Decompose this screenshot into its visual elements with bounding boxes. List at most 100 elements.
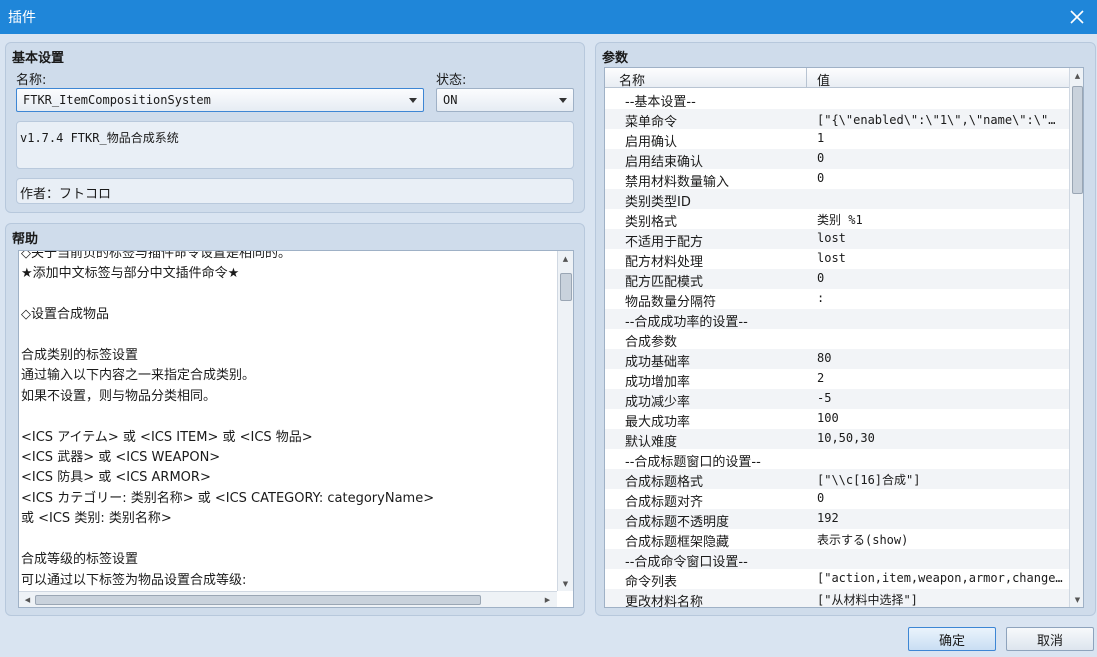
- scroll-up-icon[interactable]: ▲: [558, 251, 573, 266]
- status-value: ON: [443, 93, 458, 107]
- parameter-value: 0: [817, 491, 825, 505]
- parameter-row[interactable]: 最大成功率 100: [605, 409, 1069, 430]
- column-header-name[interactable]: 名称: [619, 70, 645, 89]
- parameter-row[interactable]: 物品数量分隔符:: [605, 289, 1069, 310]
- parameter-name: 更改材料名称: [625, 595, 704, 608]
- parameter-value: 192: [817, 511, 839, 525]
- parameters-heading: 参数: [602, 51, 629, 66]
- name-label: 名称:: [16, 73, 47, 88]
- parameter-rows: --基本设置-- 菜单命令 ["{\"enabled\":\"1\",\"name\…: [605, 89, 1069, 608]
- parameter-name: 禁用材料数量输入: [625, 175, 730, 190]
- parameter-name: 启用确认: [625, 135, 678, 150]
- parameter-row[interactable]: 启用结束确认 0: [605, 149, 1069, 170]
- scroll-left-icon[interactable]: ◀: [20, 592, 35, 607]
- description-text: v1.7.4 FTKR_物品合成系统: [20, 131, 179, 145]
- parameter-name: 合成标题格式: [625, 475, 704, 490]
- parameter-value: :: [817, 291, 825, 305]
- parameter-name: 类别类型ID: [625, 195, 691, 210]
- parameter-value: 100: [817, 411, 839, 425]
- parameter-name: 合成标题对齐: [625, 495, 704, 510]
- plugin-name-select[interactable]: FTKR_ItemCompositionSystem: [16, 88, 424, 112]
- window-titlebar: 插件: [0, 0, 1097, 34]
- scroll-right-icon[interactable]: ▶: [540, 592, 555, 607]
- grid-vertical-scrollbar[interactable]: ▲ ▼: [1069, 68, 1083, 607]
- parameter-name: 最大成功率: [625, 415, 691, 430]
- parameter-row[interactable]: 默认难度 10,50,30: [605, 429, 1069, 450]
- parameter-row[interactable]: 合成参数: [605, 329, 1069, 350]
- chevron-down-icon: [409, 98, 417, 103]
- parameter-name: 合成标题不透明度: [625, 515, 730, 530]
- parameter-row[interactable]: 更改材料名称 ["从材料中选择"]: [605, 589, 1069, 608]
- description-box: v1.7.4 FTKR_物品合成系统: [16, 121, 574, 169]
- parameter-value: lost: [817, 251, 846, 265]
- parameter-row[interactable]: 菜单命令 ["{\"enabled\":\"1\",\"name\":\"物品合成…: [605, 109, 1069, 130]
- parameter-row[interactable]: --基本设置--: [605, 89, 1069, 110]
- parameter-value: ["从材料中选择"]: [817, 593, 918, 607]
- parameter-value: ["action,item,weapon,armor,change,end"]: [817, 571, 1067, 585]
- parameter-row[interactable]: 启用确认 1: [605, 129, 1069, 150]
- parameter-name: 成功基础率: [625, 355, 691, 370]
- grid-header: 名称 值: [605, 68, 1069, 89]
- scroll-down-icon[interactable]: ▼: [558, 576, 573, 591]
- help-textarea[interactable]: ◇关于当前页的标签与插件命令设置是相同的。 ★添加中文标签与部分中文插件命令★ …: [18, 250, 574, 608]
- parameter-name: 配方材料处理: [625, 255, 704, 270]
- author-box: 作者：フトコロ: [16, 178, 574, 204]
- help-scroll-thumb[interactable]: [560, 273, 572, 301]
- chevron-down-icon: [559, 98, 567, 103]
- parameter-row[interactable]: 成功增加率 2: [605, 369, 1069, 390]
- author-text: 作者：フトコロ: [20, 187, 112, 202]
- scroll-up-icon[interactable]: ▲: [1070, 68, 1083, 83]
- parameter-row[interactable]: 类别类型ID: [605, 189, 1069, 210]
- parameter-row[interactable]: --合成命令窗口设置--: [605, 549, 1069, 570]
- parameter-row[interactable]: 合成标题对齐 0: [605, 489, 1069, 510]
- parameter-value: ["\\c[16]合成"]: [817, 473, 921, 487]
- parameter-row[interactable]: 成功基础率 80: [605, 349, 1069, 370]
- parameter-row[interactable]: --合成标题窗口的设置--: [605, 449, 1069, 470]
- parameter-row[interactable]: 配方匹配模式 0: [605, 269, 1069, 290]
- parameter-value: 2: [817, 371, 825, 385]
- parameter-name: --基本设置--: [625, 95, 696, 110]
- parameter-name: 成功减少率: [625, 395, 691, 410]
- parameter-value: 0: [817, 151, 825, 165]
- parameter-name: 合成标题框架隐藏: [625, 535, 730, 550]
- parameter-value: 80: [817, 351, 832, 365]
- parameter-value: 表示する(show): [817, 533, 909, 547]
- close-button[interactable]: [1057, 0, 1097, 34]
- scroll-down-icon[interactable]: ▼: [1070, 592, 1083, 607]
- parameter-name: 合成参数: [625, 335, 678, 350]
- plugin-name-value: FTKR_ItemCompositionSystem: [23, 93, 211, 107]
- parameter-name: 命令列表: [625, 575, 678, 590]
- help-hscroll-thumb[interactable]: [35, 595, 481, 605]
- parameter-row[interactable]: 禁用材料数量输入 0: [605, 169, 1069, 190]
- parameter-row[interactable]: 类别格式 类别 %1: [605, 209, 1069, 230]
- parameter-name: 成功增加率: [625, 375, 691, 390]
- ok-button[interactable]: 确定: [908, 627, 996, 651]
- parameter-row[interactable]: 合成标题框架隐藏 表示する(show): [605, 529, 1069, 550]
- parameter-value: 10,50,30: [817, 431, 875, 445]
- close-icon: [1070, 10, 1084, 24]
- basic-settings-heading: 基本设置: [12, 51, 65, 66]
- parameter-value: lost: [817, 231, 846, 245]
- parameter-name: 菜单命令: [625, 115, 678, 130]
- window-title: 插件: [8, 10, 36, 26]
- grid-scroll-thumb[interactable]: [1072, 86, 1083, 194]
- column-separator[interactable]: [806, 68, 807, 88]
- help-horizontal-scrollbar[interactable]: ◀ ▶: [19, 591, 557, 607]
- parameter-name: --合成标题窗口的设置--: [625, 455, 761, 470]
- parameter-row[interactable]: 配方材料处理 lost: [605, 249, 1069, 270]
- parameters-grid[interactable]: 名称 值 --基本设置-- 菜单命令 ["{\"enabled\":\"1\",\"…: [604, 67, 1084, 608]
- parameter-row[interactable]: 不适用于配方 lost: [605, 229, 1069, 250]
- parameter-name: 不适用于配方: [625, 235, 704, 250]
- parameter-row[interactable]: 成功减少率 -5: [605, 389, 1069, 410]
- column-header-value[interactable]: 值: [817, 70, 830, 89]
- parameter-name: 启用结束确认: [625, 155, 704, 170]
- help-text: ◇关于当前页的标签与插件命令设置是相同的。 ★添加中文标签与部分中文插件命令★ …: [21, 250, 435, 588]
- status-select[interactable]: ON: [436, 88, 574, 112]
- cancel-button[interactable]: 取消: [1006, 627, 1094, 651]
- parameter-row[interactable]: 命令列表 ["action,item,weapon,armor,change,en…: [605, 569, 1069, 590]
- parameter-row[interactable]: 合成标题格式 ["\\c[16]合成"]: [605, 469, 1069, 490]
- parameter-row[interactable]: --合成成功率的设置--: [605, 309, 1069, 330]
- help-vertical-scrollbar[interactable]: ▲ ▼: [557, 251, 573, 591]
- parameter-row[interactable]: 合成标题不透明度 192: [605, 509, 1069, 530]
- parameter-name: 默认难度: [625, 435, 678, 450]
